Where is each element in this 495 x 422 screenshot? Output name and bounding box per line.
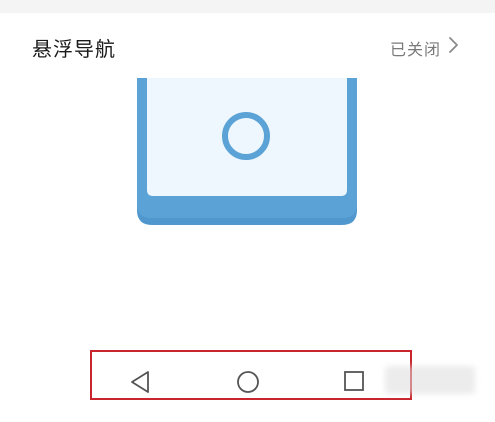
floating-navigation-setting-row[interactable]: 悬浮导航 已关闭 xyxy=(0,13,495,73)
phone-illustration xyxy=(137,78,357,225)
back-triangle-icon[interactable] xyxy=(128,369,152,395)
home-circle-icon[interactable] xyxy=(235,369,261,395)
chevron-right-icon xyxy=(449,37,458,53)
floating-navigation-status: 已关闭 xyxy=(389,40,441,59)
recent-apps-square-icon[interactable] xyxy=(342,369,366,393)
floating-navigation-title: 悬浮导航 xyxy=(32,37,116,61)
blurred-watermark xyxy=(385,366,475,394)
top-divider-strip xyxy=(0,0,495,13)
